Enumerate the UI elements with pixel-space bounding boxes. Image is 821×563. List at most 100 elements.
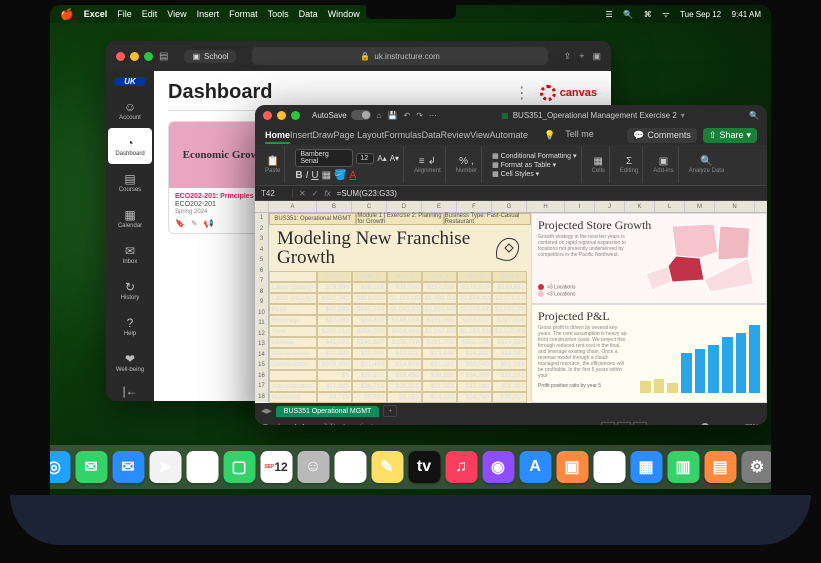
collapse-sidebar-button[interactable]: |←: [108, 384, 152, 398]
cell[interactable]: $24,123: [422, 392, 457, 403]
card-action-icon[interactable]: 📢: [204, 219, 214, 228]
row-header[interactable]: 1: [255, 213, 269, 224]
col-header[interactable]: G: [492, 201, 527, 212]
dock-calendar[interactable]: SEP12: [260, 451, 292, 483]
cell[interactable]: $14,382: [457, 348, 492, 359]
zoom-level[interactable]: 70%: [745, 424, 759, 426]
fill-color-icon[interactable]: 🪣: [334, 170, 346, 181]
col-header[interactable]: H: [527, 201, 565, 212]
cell[interactable]: $13,848: [422, 348, 457, 359]
maximize-icon[interactable]: [291, 111, 300, 120]
cell[interactable]: $11,588: [387, 282, 422, 293]
table-row[interactable]: Maintenance$10,300$11,956$12,522$13,848$…: [269, 348, 531, 359]
dock-mail[interactable]: ✉: [112, 451, 144, 483]
view-toggles[interactable]: [601, 422, 647, 425]
menu-format[interactable]: Format: [229, 9, 258, 19]
page-break-view-icon[interactable]: [633, 422, 647, 425]
cell[interactable]: $297,319: [492, 315, 527, 326]
url-bar[interactable]: 🔒 uk.instructure.com: [252, 47, 547, 65]
sidebar-item-courses[interactable]: ▤Courses: [108, 164, 152, 200]
font-color-icon[interactable]: A: [350, 170, 357, 181]
col-header[interactable]: A: [269, 201, 317, 212]
dock-preferences[interactable]: ⚙: [741, 451, 771, 483]
cell[interactable]: $258,630: [457, 315, 492, 326]
table-row[interactable]: Rent$250,212$356,506$503,899$1,167,589$1…: [269, 326, 531, 337]
dock-facetime[interactable]: ▢: [223, 451, 255, 483]
sidebar-item-calendar[interactable]: ▦Calendar: [108, 200, 152, 236]
cell[interactable]: $21,488: [352, 359, 387, 370]
dock-messages[interactable]: ✉: [75, 451, 107, 483]
row-header[interactable]: 14: [255, 350, 269, 361]
cell[interactable]: $1,113,082: [387, 293, 422, 304]
row-header[interactable]: 11: [255, 318, 269, 329]
row-header[interactable]: 9: [255, 297, 269, 308]
sidebar-toggle-icon[interactable]: ▤: [159, 51, 168, 62]
row-header[interactable]: 7: [255, 276, 269, 287]
row-header[interactable]: 5: [255, 255, 269, 266]
cell[interactable]: $2,010,090: [492, 304, 527, 315]
zoom-in-icon[interactable]: +: [731, 424, 735, 426]
dock-pages[interactable]: ▤: [704, 451, 736, 483]
dock-tv[interactable]: tv: [408, 451, 440, 483]
cell[interactable]: $1,153,912: [457, 326, 492, 337]
table-row[interactable]: Construction$308,000$21,488$14,670$91,12…: [269, 359, 531, 370]
dock-numbers[interactable]: ▥: [667, 451, 699, 483]
font-size-select[interactable]: 12: [356, 153, 374, 164]
conditional-formatting[interactable]: ▦ Conditional Formatting ▾: [492, 152, 576, 160]
dock-appstore[interactable]: A: [519, 451, 551, 483]
share-button[interactable]: ⇧ Share ▾: [703, 128, 757, 143]
save-icon[interactable]: 💾: [388, 111, 398, 120]
cell[interactable]: $100,719: [387, 337, 422, 348]
table-row[interactable]: Marketing$4,715$5,890$5,055$24,123$24,78…: [269, 392, 531, 403]
cell[interactable]: $79,530: [317, 282, 352, 293]
ribbon-addins[interactable]: ▣ Add-ins: [649, 147, 678, 183]
more-qat-icon[interactable]: ⋯: [429, 111, 437, 120]
cell[interactable]: $356,506: [352, 326, 387, 337]
ribbon-tab-home[interactable]: Home: [265, 130, 290, 144]
dock-books[interactable]: ▣: [556, 451, 588, 483]
zoom-out-icon[interactable]: −: [657, 424, 661, 426]
menubar-app[interactable]: Excel: [84, 9, 108, 19]
dock-maps[interactable]: ➤: [149, 451, 181, 483]
autosave-toggle[interactable]: AutoSave: [312, 110, 371, 120]
uk-logo[interactable]: UK: [114, 77, 146, 86]
italic-icon[interactable]: I: [306, 170, 309, 181]
col-header[interactable]: N: [715, 201, 755, 212]
sheet-tab[interactable]: BUS351 Operational MGMT: [276, 406, 380, 417]
wifi2-icon[interactable]: ᯤ: [662, 10, 669, 19]
row-header[interactable]: 17: [255, 381, 269, 392]
ribbon-number[interactable]: %, Number: [452, 147, 482, 183]
new-tab-icon[interactable]: +: [579, 51, 584, 62]
cell[interactable]: $39,550: [422, 370, 457, 381]
cell[interactable]: $1,167,589: [422, 326, 457, 337]
col-header[interactable]: D: [387, 201, 422, 212]
formula-input[interactable]: =SUM(G23:G33): [337, 189, 397, 198]
cell[interactable]: $2,071,628: [492, 293, 527, 304]
col-header[interactable]: I: [565, 201, 595, 212]
cell[interactable]: $314,509: [492, 337, 527, 348]
cell[interactable]: $582,041: [317, 293, 352, 304]
ribbon-tab-view[interactable]: View: [470, 130, 489, 142]
cell[interactable]: $2,018,549: [457, 304, 492, 315]
cell[interactable]: $916,015: [352, 293, 387, 304]
cell[interactable]: $91,121: [422, 359, 457, 370]
ribbon-tab-review[interactable]: Review: [441, 130, 471, 142]
cell[interactable]: $84,823: [352, 315, 387, 326]
cell[interactable]: $291,900: [422, 337, 457, 348]
ribbon-tab-automate[interactable]: Automate: [490, 130, 529, 142]
cell[interactable]: $0: [317, 370, 352, 381]
tabs-overview-icon[interactable]: ▣: [592, 51, 601, 62]
minimize-icon[interactable]: [130, 52, 139, 61]
cell[interactable]: $30,010: [492, 392, 527, 403]
row-header[interactable]: 4: [255, 245, 269, 256]
spotlight-icon[interactable]: 🔍: [623, 10, 633, 19]
table-row[interactable]: Labor (Hourly)$582,041$916,015$1,113,082…: [269, 293, 531, 304]
format-as-table[interactable]: ▦ Format as Table ▾: [492, 161, 556, 169]
cell[interactable]: $5,055: [387, 392, 422, 403]
cell[interactable]: $149,034: [387, 315, 422, 326]
card-action-icon[interactable]: ✎: [191, 219, 198, 228]
font-name-select[interactable]: Bamberg Serial: [295, 149, 353, 167]
dock-photos[interactable]: ✿: [186, 451, 218, 483]
row-header[interactable]: 12: [255, 329, 269, 340]
cell[interactable]: $1,041,020: [387, 304, 422, 315]
